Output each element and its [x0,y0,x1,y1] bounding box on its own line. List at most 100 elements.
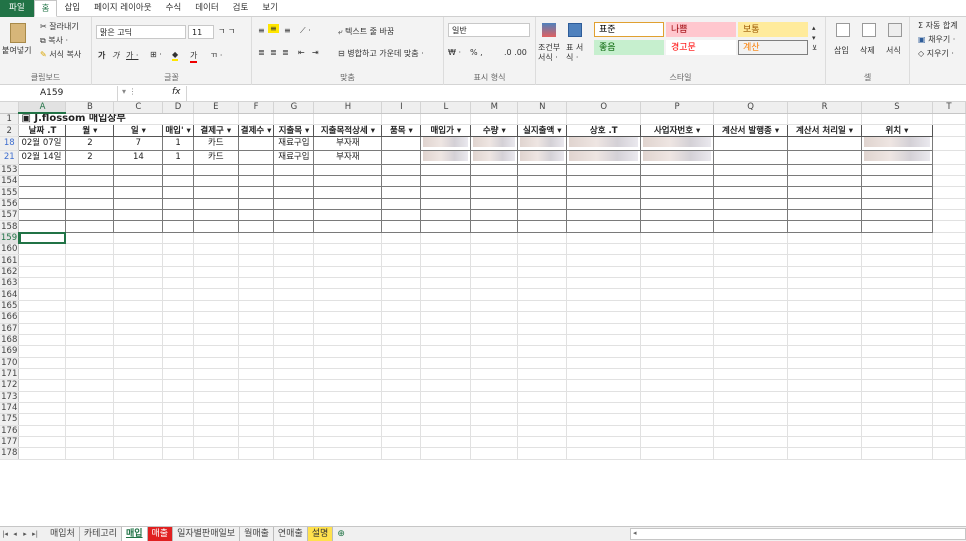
fill-button[interactable]: ▣ 채우기 · [918,34,955,45]
align-center-icon[interactable]: ≣ [270,48,277,57]
cell[interactable] [65,300,115,313]
cell[interactable] [713,357,789,369]
cell[interactable] [470,436,519,449]
column-header[interactable]: P [640,102,715,114]
filter-header[interactable]: 위치 ▾ [861,124,933,137]
table-cell[interactable] [18,220,67,233]
cell[interactable] [193,334,239,347]
cell[interactable] [162,379,194,392]
cell[interactable] [713,334,789,347]
cell[interactable] [787,300,863,313]
table-cell[interactable]: 02월 07일 [18,135,67,151]
sheet-tab[interactable]: 매입 [121,527,148,541]
cell[interactable] [787,402,863,415]
cell[interactable] [470,425,519,437]
table-cell[interactable] [273,209,315,222]
cell[interactable] [861,323,933,335]
cell[interactable] [566,277,642,290]
cell[interactable] [193,368,239,381]
filter-header[interactable]: 월 ▾ [65,124,115,137]
table-cell[interactable] [18,209,67,222]
table-cell[interactable] [787,175,863,188]
cell[interactable] [566,357,642,369]
cell[interactable] [193,425,239,437]
table-cell[interactable]: 부자재 [313,149,383,165]
cell[interactable] [18,288,67,301]
cell[interactable] [162,402,194,415]
cell[interactable] [640,391,715,403]
table-cell[interactable] [420,220,472,233]
cell[interactable] [273,266,315,279]
filter-header[interactable]: 실지출액 ▾ [517,124,568,137]
cell[interactable] [787,425,863,437]
format-painter-button[interactable]: ✎ 서식 복사 [40,49,81,60]
column-header[interactable]: G [273,102,315,114]
cell[interactable] [273,311,315,324]
cell[interactable] [238,266,275,279]
table-cell[interactable] [192,197,239,211]
cell[interactable] [566,368,642,381]
column-header[interactable]: E [193,102,239,114]
cell[interactable] [470,300,519,313]
cell[interactable] [381,357,422,369]
cell[interactable] [861,232,933,245]
column-header[interactable]: H [313,102,383,114]
cell[interactable] [65,436,115,449]
cell[interactable] [932,113,966,126]
align-right-icon[interactable]: ≣ [282,48,289,57]
table-cell[interactable] [640,135,715,151]
sheet-tab[interactable]: 카테고리 [80,527,122,541]
cell[interactable] [566,311,642,324]
insert-cells-icon[interactable] [836,23,850,37]
cell[interactable] [381,113,422,126]
cell[interactable] [517,266,568,279]
conditional-format-button[interactable]: 조건부 서식 · [538,43,568,63]
row-header[interactable]: 162 [0,266,20,279]
cell[interactable] [193,277,239,290]
cell[interactable] [787,243,863,256]
cell[interactable] [640,425,715,437]
row-header[interactable]: 172 [0,379,20,392]
cell[interactable] [381,379,422,392]
table-cell[interactable] [18,197,67,211]
table-cell[interactable] [113,163,164,177]
row-header[interactable]: 164 [0,288,20,301]
font-size-select[interactable]: 11 [188,25,214,39]
merge-center-button[interactable]: ⊟ 병합하고 가운데 맞춤 · [338,48,424,59]
table-cell[interactable]: 1 [162,135,194,151]
next-sheet-icon[interactable]: ▸ [20,530,30,538]
filter-header[interactable]: 사업자번호 ▾ [640,124,715,137]
cell[interactable] [932,402,966,415]
table-cell[interactable] [381,135,422,151]
border-icon[interactable]: ⊞ · [150,50,162,59]
row-header[interactable]: 176 [0,425,20,437]
table-cell[interactable] [273,197,315,211]
cell[interactable] [932,266,966,279]
cell[interactable] [932,277,966,290]
cell[interactable] [713,243,789,256]
table-cell[interactable] [640,209,715,222]
table-cell[interactable] [517,163,568,177]
cell[interactable] [566,413,642,426]
cell[interactable] [381,402,422,415]
cell[interactable] [932,209,966,222]
table-cell[interactable] [420,163,472,177]
row-header[interactable]: 165 [0,300,20,313]
cell[interactable] [470,311,519,324]
table-cell[interactable] [640,163,715,177]
table-cell[interactable] [313,175,383,188]
add-sheet-icon[interactable]: ⊕ [337,529,345,539]
cell[interactable] [18,334,67,347]
column-header[interactable]: T [932,102,966,114]
cell[interactable] [566,447,642,460]
column-header[interactable]: C [113,102,164,114]
cell[interactable] [18,311,67,324]
table-cell[interactable] [237,175,275,188]
cell[interactable] [313,436,383,449]
cell[interactable] [420,288,472,301]
table-cell[interactable]: 카드 [192,135,239,151]
cell[interactable] [238,300,275,313]
cell[interactable] [193,413,239,426]
cell[interactable] [381,368,422,381]
align-bottom-icon[interactable]: ≡ [284,26,291,35]
